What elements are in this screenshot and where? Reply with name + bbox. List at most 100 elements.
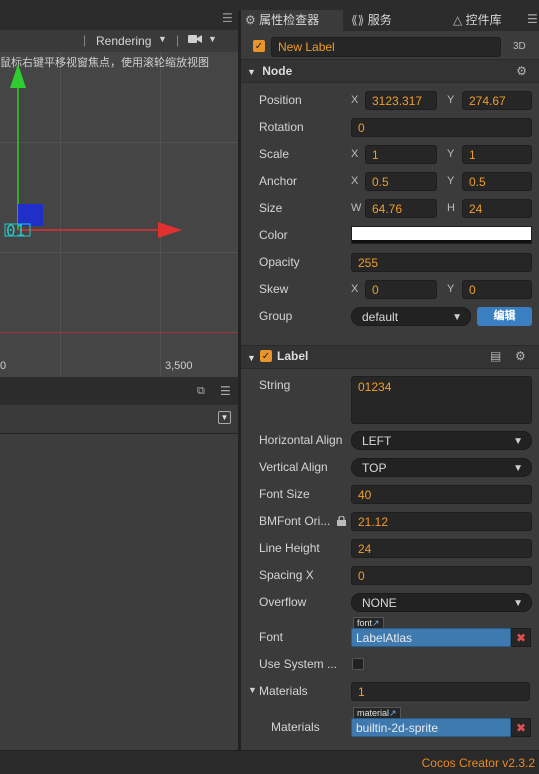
height-axis-label: H xyxy=(447,202,455,214)
chevron-down-icon[interactable]: ▼ xyxy=(248,685,257,695)
link-icon: ⟪⟫ xyxy=(351,13,365,27)
y-axis-label: Y xyxy=(447,94,455,106)
panel-toolbar: ▼ xyxy=(0,405,238,434)
x-axis-label: X xyxy=(351,148,359,160)
version-label: Cocos Creator v2.3.2 xyxy=(421,756,535,770)
font-size-input[interactable]: 40 xyxy=(351,485,532,504)
position-y-input[interactable]: 274.67 xyxy=(462,91,532,110)
font-asset-field[interactable]: LabelAtlas xyxy=(351,628,511,647)
materials-count-input[interactable]: 1 xyxy=(351,682,530,701)
popout-icon[interactable]: ⧉ xyxy=(197,385,205,398)
menu-icon[interactable]: ☰ xyxy=(220,384,231,398)
menu-icon[interactable]: ☰ xyxy=(222,11,233,25)
material-asset-field[interactable]: builtin-2d-sprite xyxy=(351,718,511,737)
opacity-label: Opacity xyxy=(259,255,300,269)
toolbar-divider: | xyxy=(83,33,87,47)
link-icon: ↗ xyxy=(372,618,380,628)
node-active-checkbox[interactable]: ✓ xyxy=(253,40,265,52)
inspector-tabbar: ⚙ 属性检查器 ⟪⟫ 服务 △ 控件库 ☰ xyxy=(241,10,539,31)
materials-label: Materials xyxy=(259,684,308,698)
clear-font-button[interactable]: ✖ xyxy=(511,628,531,647)
rendering-dropdown[interactable]: Rendering xyxy=(96,34,151,48)
position-x-input[interactable]: 3123.317 xyxy=(365,91,437,110)
chevron-down-icon: ▼ xyxy=(513,598,523,609)
chevron-down-icon[interactable]: ▼ xyxy=(158,34,167,44)
triangle-icon: △ xyxy=(453,13,463,27)
group-select[interactable]: default ▼ xyxy=(351,307,471,326)
spacing-x-input[interactable]: 0 xyxy=(351,566,532,585)
chevron-down-icon: ▼ xyxy=(513,436,523,447)
x-axis-label: X xyxy=(351,94,359,106)
chevron-down-icon: ▼ xyxy=(247,67,256,77)
color-swatch[interactable] xyxy=(351,226,532,244)
gear-icon[interactable]: ⚙ xyxy=(516,60,527,82)
width-axis-label: W xyxy=(351,202,362,214)
material-item-label: Materials xyxy=(271,720,320,734)
panel-header: ⧉ ☰ xyxy=(0,384,238,402)
anchor-x-input[interactable]: 0.5 xyxy=(365,172,437,191)
use-system-font-checkbox[interactable] xyxy=(352,658,364,670)
tab-widgets[interactable]: △ 控件库 xyxy=(449,10,533,31)
scene-canvas[interactable]: 鼠标右键平移视窗焦点，使用滚轮缩放视图 0 3,500 01 xyxy=(0,52,238,377)
move-gizmo[interactable] xyxy=(0,52,238,377)
anchor-y-input[interactable]: 0.5 xyxy=(462,172,532,191)
gear-icon: ⚙ xyxy=(245,13,256,27)
y-axis-label: Y xyxy=(447,148,455,160)
chevron-down-icon: ▼ xyxy=(452,312,462,323)
label-preview-text: 01 xyxy=(6,221,26,240)
string-label: String xyxy=(259,378,291,392)
tab-services[interactable]: ⟪⟫ 服务 xyxy=(347,10,441,31)
vertical-align-select[interactable]: TOP ▼ xyxy=(351,458,532,477)
status-bar: Cocos Creator v2.3.2 xyxy=(0,750,539,774)
panel-body xyxy=(0,434,238,750)
toolbar-divider: | xyxy=(176,33,180,47)
collapse-icon[interactable]: ▼ xyxy=(218,411,231,424)
skew-y-input[interactable]: 0 xyxy=(462,280,532,299)
line-height-input[interactable]: 24 xyxy=(351,539,532,558)
camera-icon[interactable] xyxy=(188,33,202,48)
inspector-panel: ✓ New Label 3D ▼ Node ⚙ Position X 3123.… xyxy=(241,31,539,750)
group-label: Group xyxy=(259,309,293,323)
chevron-down-icon: ▼ xyxy=(513,463,523,474)
horizontal-align-select[interactable]: LEFT ▼ xyxy=(351,431,532,450)
line-height-label: Line Height xyxy=(259,541,320,555)
font-size-label: Font Size xyxy=(259,487,310,501)
scale-x-input[interactable]: 1 xyxy=(365,145,437,164)
tab-inspector[interactable]: ⚙ 属性检查器 xyxy=(241,10,343,31)
size-h-input[interactable]: 24 xyxy=(462,199,532,218)
string-textarea[interactable]: 01234 xyxy=(351,376,532,424)
link-icon: ↗ xyxy=(389,708,397,718)
edit-group-button[interactable]: 编辑 xyxy=(477,307,532,326)
chevron-down-icon[interactable]: ▼ xyxy=(208,34,217,44)
color-label: Color xyxy=(259,228,288,242)
mode-3d-label[interactable]: 3D xyxy=(513,41,526,52)
lock-icon xyxy=(337,515,346,529)
scale-y-input[interactable]: 1 xyxy=(462,145,532,164)
scale-label: Scale xyxy=(259,147,290,161)
rotation-label: Rotation xyxy=(259,120,304,134)
font-label: Font xyxy=(259,630,284,644)
node-section-header[interactable]: ▼ Node ⚙ xyxy=(241,59,539,83)
opacity-input[interactable]: 255 xyxy=(351,253,532,272)
menu-icon[interactable]: ☰ xyxy=(527,12,538,26)
overflow-select[interactable]: NONE ▼ xyxy=(351,593,532,612)
bmfont-size-input: 21.12 xyxy=(351,512,532,531)
chevron-down-icon: ▼ xyxy=(247,353,256,363)
rotation-input[interactable]: 0 xyxy=(351,118,532,137)
node-name-input[interactable]: New Label xyxy=(271,37,501,57)
scene-top-strip: ☰ xyxy=(0,0,238,30)
book-icon[interactable]: ▤ xyxy=(490,349,501,363)
x-axis-label: X xyxy=(351,175,359,187)
bmfont-size-label: BMFont Ori... xyxy=(259,514,331,528)
skew-x-input[interactable]: 0 xyxy=(365,280,437,299)
clear-material-button[interactable]: ✖ xyxy=(511,718,531,737)
skew-label: Skew xyxy=(259,282,289,296)
position-label: Position xyxy=(259,93,302,107)
gear-icon[interactable]: ⚙ xyxy=(515,349,526,363)
size-w-input[interactable]: 64.76 xyxy=(365,199,437,218)
anchor-label: Anchor xyxy=(259,174,298,188)
label-section-title: Label xyxy=(277,349,309,363)
label-enabled-checkbox[interactable]: ✓ xyxy=(260,350,272,362)
overflow-label: Overflow xyxy=(259,595,307,609)
scene-toolbar: | Rendering ▼ | ▼ xyxy=(0,30,238,53)
